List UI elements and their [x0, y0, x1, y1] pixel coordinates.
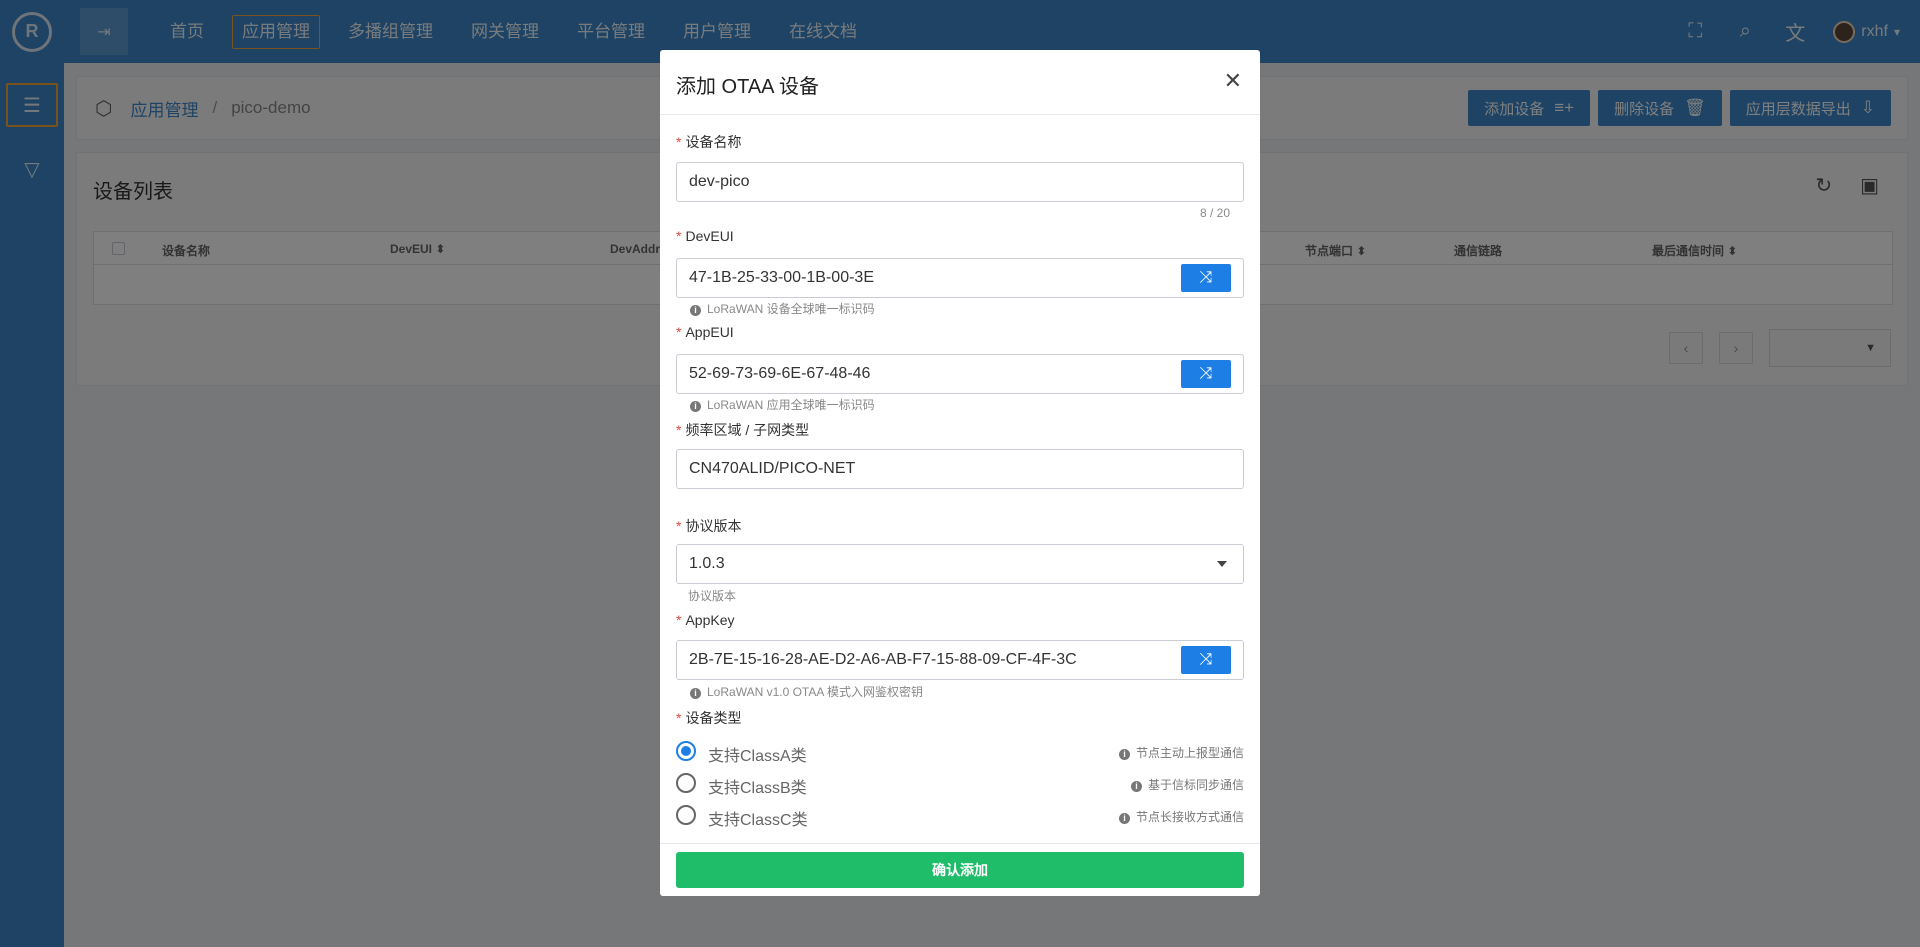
generate-appkey-button[interactable]: ⤨: [1181, 646, 1231, 674]
required-mark: *: [676, 710, 682, 726]
dialog-title: 添加 OTAA 设备: [676, 76, 819, 98]
confirm-add-button[interactable]: 确认添加: [676, 852, 1244, 888]
protocol-hint: 协议版本: [688, 589, 737, 603]
appeui-hint-text: LoRaWAN 应用全球唯一标识码: [707, 398, 875, 412]
shuffle-icon: ⤨: [1199, 269, 1213, 286]
generate-appeui-button[interactable]: ⤨: [1181, 360, 1231, 388]
class-a-hint-text: 节点主动上报型通信: [1135, 746, 1244, 760]
appeui-hint: i LoRaWAN 应用全球唯一标识码: [690, 396, 875, 413]
class-b-label: 支持ClassB类: [708, 780, 807, 797]
class-b-option[interactable]: 支持ClassB类 i 基于信标同步通信: [676, 772, 1244, 797]
region-input[interactable]: CN470ALID/PICO-NET: [676, 449, 1244, 489]
appeui-input[interactable]: 52-69-73-69-6E-67-48-46 ⤨: [676, 354, 1244, 394]
region-label: * 频率区域 / 子网类型: [676, 420, 809, 440]
region-label-text: 频率区域 / 子网类型: [685, 422, 810, 438]
generate-deveui-button[interactable]: ⤨: [1181, 264, 1231, 292]
required-mark: *: [676, 134, 682, 150]
class-c-option[interactable]: 支持ClassC类 i 节点长接收方式通信: [676, 804, 1244, 829]
protocol-label: * 协议版本: [676, 516, 741, 536]
close-icon[interactable]: ✕: [1224, 68, 1242, 94]
protocol-label-text: 协议版本: [685, 518, 742, 534]
device-type-label: * 设备类型: [676, 708, 741, 728]
info-icon: i: [690, 401, 701, 412]
shuffle-icon: ⤨: [1199, 651, 1213, 668]
device-name-label-text: 设备名称: [685, 134, 742, 150]
class-a-label: 支持ClassA类: [708, 748, 807, 765]
class-c-label: 支持ClassC类: [708, 812, 808, 829]
device-name-counter: 8 / 20: [1199, 206, 1230, 220]
info-icon: i: [1130, 781, 1142, 792]
deveui-input[interactable]: 47-1B-25-33-00-1B-00-3E ⤨: [676, 258, 1244, 298]
appkey-hint: i LoRaWAN v1.0 OTAA 模式入网鉴权密钥: [690, 683, 923, 700]
deveui-label-text: DevEUI: [685, 228, 734, 244]
class-a-radio[interactable]: [676, 741, 696, 761]
appkey-label-text: AppKey: [685, 612, 735, 628]
class-b-hint: i 基于信标同步通信: [1130, 776, 1244, 793]
info-icon: i: [690, 305, 701, 316]
appkey-label: * AppKey: [676, 612, 735, 628]
deveui-value: 47-1B-25-33-00-1B-00-3E: [689, 269, 874, 286]
deveui-label: * DevEUI: [676, 228, 734, 244]
deveui-hint: i LoRaWAN 设备全球唯一标识码: [690, 300, 875, 317]
appeui-label-text: AppEUI: [685, 324, 734, 340]
appkey-input[interactable]: 2B-7E-15-16-28-AE-D2-A6-AB-F7-15-88-09-C…: [676, 640, 1244, 680]
shuffle-icon: ⤨: [1199, 365, 1213, 382]
device-name-input[interactable]: dev-pico: [676, 162, 1244, 202]
class-b-hint-text: 基于信标同步通信: [1147, 778, 1244, 792]
add-otaa-device-dialog: 添加 OTAA 设备 ✕ * 设备名称 dev-pico 8 / 20 * DevE…: [660, 50, 1260, 896]
device-type-label-text: 设备类型: [685, 710, 742, 726]
deveui-hint-text: LoRaWAN 设备全球唯一标识码: [707, 302, 875, 316]
class-c-hint: i 节点长接收方式通信: [1118, 808, 1244, 825]
footer-divider: [660, 843, 1260, 844]
device-name-label: * 设备名称: [676, 132, 741, 152]
class-a-option[interactable]: 支持ClassA类 i 节点主动上报型通信: [676, 740, 1244, 765]
chevron-down-icon: [1217, 561, 1227, 567]
class-a-hint: i 节点主动上报型通信: [1118, 744, 1244, 761]
protocol-version-value: 1.0.3: [689, 555, 725, 572]
required-mark: *: [676, 612, 682, 628]
appeui-value: 52-69-73-69-6E-67-48-46: [689, 365, 871, 382]
protocol-version-select[interactable]: 1.0.3: [676, 544, 1244, 584]
info-icon: i: [1118, 749, 1130, 760]
class-b-radio[interactable]: [676, 773, 696, 793]
info-icon: i: [690, 688, 701, 699]
appeui-label: * AppEUI: [676, 324, 734, 340]
info-icon: i: [1118, 813, 1130, 824]
class-c-radio[interactable]: [676, 805, 696, 825]
required-mark: *: [676, 518, 682, 534]
required-mark: *: [676, 422, 682, 438]
appkey-hint-text: LoRaWAN v1.0 OTAA 模式入网鉴权密钥: [707, 685, 924, 699]
class-c-hint-text: 节点长接收方式通信: [1135, 810, 1244, 824]
required-mark: *: [676, 228, 682, 244]
dialog-header: 添加 OTAA 设备 ✕: [660, 50, 1260, 115]
required-mark: *: [676, 324, 682, 340]
appkey-value: 2B-7E-15-16-28-AE-D2-A6-AB-F7-15-88-09-C…: [689, 651, 1077, 668]
